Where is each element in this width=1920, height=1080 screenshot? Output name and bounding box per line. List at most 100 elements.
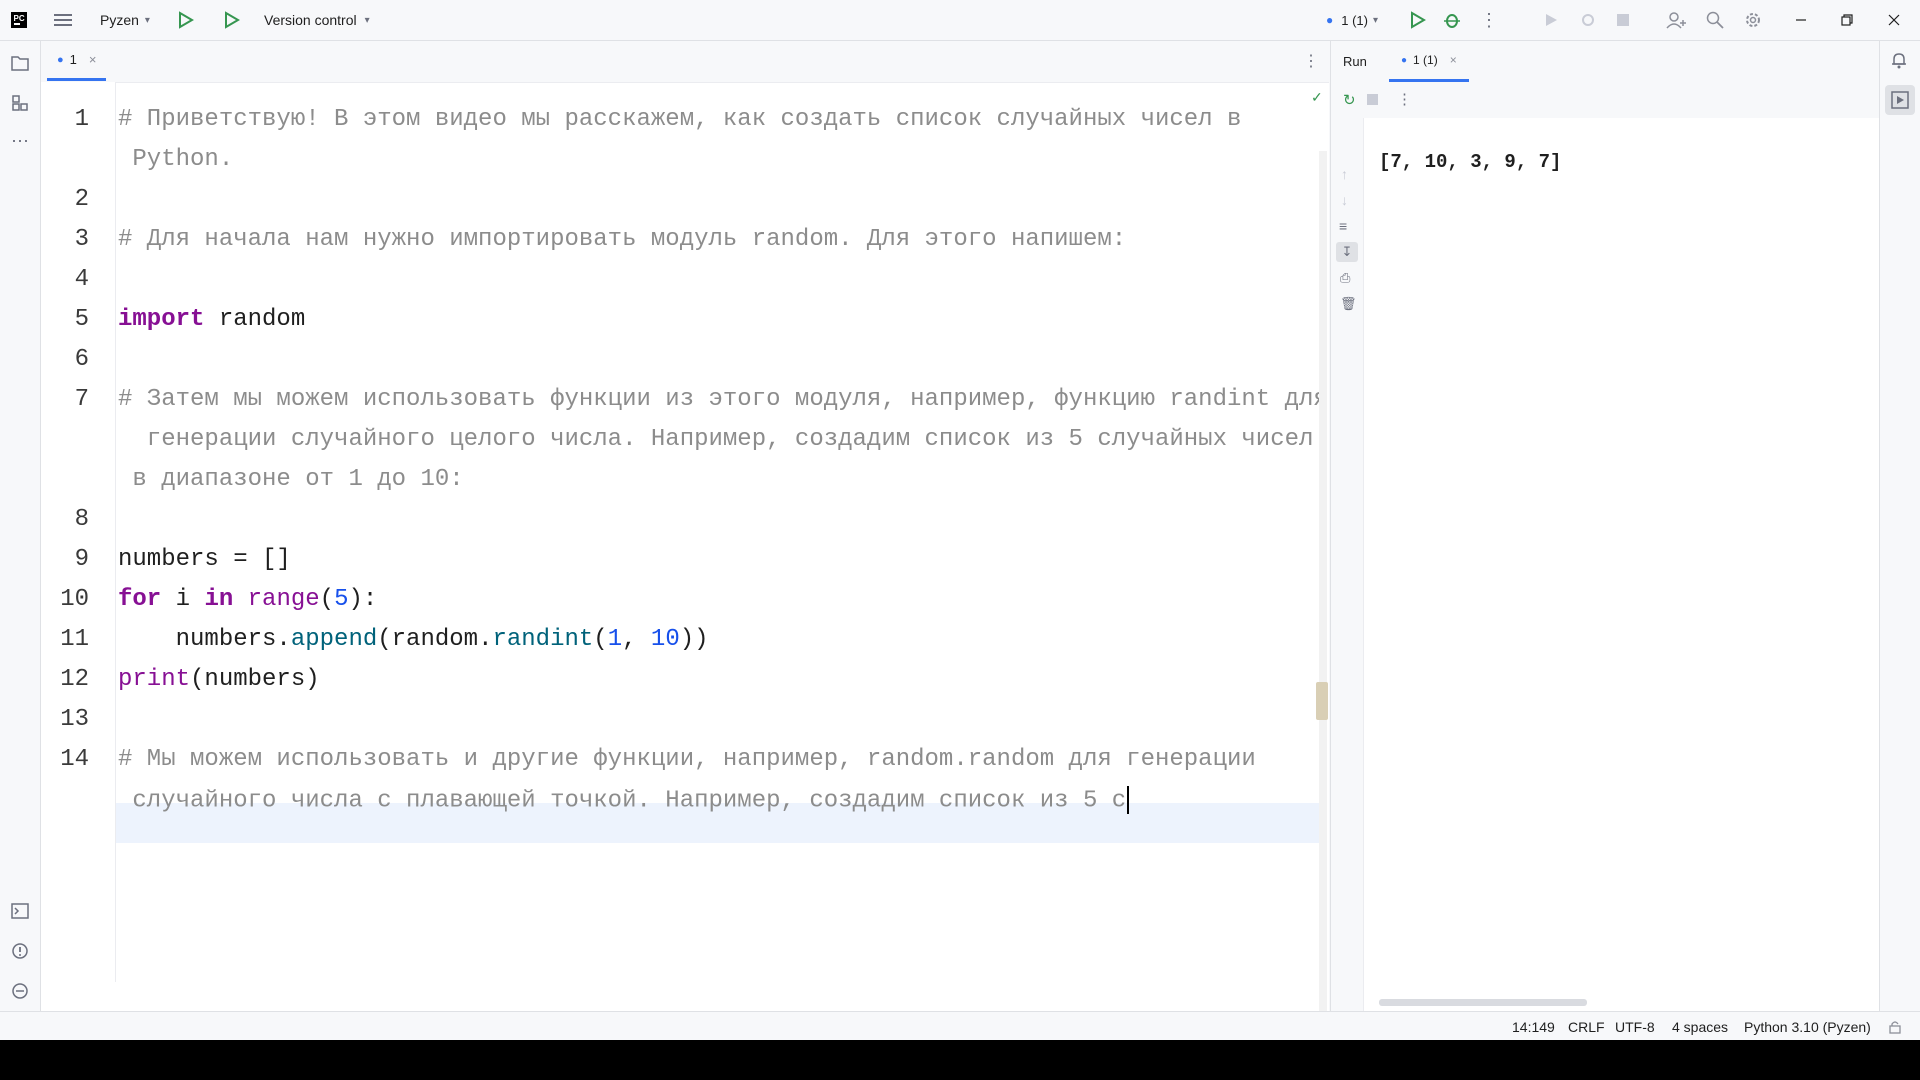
run-config-label: 1 (1)	[1341, 12, 1368, 28]
code-token: (	[319, 586, 335, 613]
run-tool-window-icon[interactable]	[1885, 85, 1915, 115]
project-folder-icon[interactable]	[8, 51, 32, 75]
tab-options-icon[interactable]: ⋮	[1303, 51, 1319, 71]
debug-icon[interactable]	[1443, 0, 1461, 40]
clear-trash-icon[interactable]: 🗑	[1340, 296, 1357, 312]
minimize-icon[interactable]	[1794, 0, 1808, 40]
notifications-bell-icon[interactable]	[1890, 51, 1908, 69]
code-token: for	[118, 586, 162, 613]
run-tabs: Run ● 1 (1) ×	[1331, 41, 1879, 82]
line-number: 2	[74, 186, 89, 213]
caret-position[interactable]: 14:149	[1512, 1012, 1555, 1040]
code-line[interactable]: import random	[118, 306, 305, 333]
code-line[interactable]: Python.	[118, 146, 233, 173]
code-token: ,	[622, 626, 651, 653]
lock-icon[interactable]	[1888, 1012, 1902, 1040]
code-token: # Мы можем использовать и другие функции…	[118, 746, 1256, 773]
editor-area: ● 1 × ⋮ 1 # Приветствую! В этом видео мы …	[41, 41, 1329, 1011]
left-tool-bar: ⋯	[0, 41, 41, 1011]
code-token: append	[290, 626, 378, 653]
line-separator[interactable]: CRLF	[1568, 1012, 1605, 1040]
main-menu-icon[interactable]	[54, 0, 72, 40]
code-line[interactable]: # Затем мы можем использовать функции из…	[118, 386, 1328, 413]
run-icon[interactable]	[176, 0, 194, 40]
editor-scrollbar-track[interactable]	[1319, 151, 1327, 1011]
settings-gear-icon[interactable]	[1744, 0, 1762, 40]
more-actions-icon[interactable]: ⋮	[1480, 0, 1498, 40]
line-number: 3	[74, 226, 89, 253]
code-token: случайного числа с плавающей точкой. Нап…	[118, 787, 1127, 815]
console-horizontal-scrollbar[interactable]	[1379, 999, 1587, 1006]
code-area[interactable]: 1 # Приветствую! В этом видео мы расскаже…	[41, 82, 1328, 982]
line-number: 7	[74, 386, 89, 413]
rerun-icon[interactable]: ↻	[1343, 91, 1356, 109]
code-token: print	[118, 666, 191, 693]
code-line[interactable]: numbers = []	[118, 546, 291, 573]
close-window-icon[interactable]	[1887, 0, 1901, 40]
add-user-icon[interactable]	[1666, 0, 1686, 40]
python-packages-icon[interactable]	[8, 979, 32, 1003]
code-token: ):	[348, 586, 378, 613]
problems-icon[interactable]	[8, 939, 32, 963]
code-line[interactable]: в диапазоне от 1 до 10:	[118, 466, 464, 493]
run-tool-window: Run ● 1 (1) × ↻ ⋮ ↑ ↓ ≡ ↧ ⎙ 🗑 [7, 10, 3,…	[1330, 41, 1879, 1011]
python-file-icon: ●	[1401, 54, 1408, 66]
search-icon[interactable]	[1706, 0, 1724, 40]
code-token: в диапазоне от 1 до 10:	[118, 466, 464, 493]
more-options-icon[interactable]: ⋮	[1397, 90, 1412, 108]
run-config-tab[interactable]: ● 1 (1) ×	[1389, 41, 1469, 82]
title-bar: PC Pyzen ▾ Version control ▾ ● 1 (1) ▾ ⋮	[0, 0, 1920, 41]
project-name: Pyzen	[100, 12, 139, 28]
code-token: 1	[607, 626, 623, 653]
close-tab-icon[interactable]: ×	[1450, 53, 1457, 67]
run-current-icon[interactable]	[222, 0, 240, 40]
run-toolbar: ↻ ⋮	[1331, 82, 1879, 118]
console-output: [7, 10, 3, 9, 7]	[1379, 151, 1562, 173]
code-line[interactable]: случайного числа с плавающей точкой. Нап…	[118, 786, 1130, 815]
line-number: 6	[74, 346, 89, 373]
status-bar: 14:149 CRLF UTF-8 4 spaces Python 3.10 (…	[0, 1011, 1920, 1040]
code-token: in	[204, 586, 234, 613]
code-line[interactable]: numbers.append(random.randint(1, 10))	[118, 626, 709, 653]
code-line[interactable]: print(numbers)	[118, 666, 320, 693]
indent-setting[interactable]: 4 spaces	[1672, 1012, 1728, 1040]
structure-icon[interactable]	[8, 91, 32, 115]
right-tool-bar	[1879, 41, 1920, 1011]
run-config-tab-label: 1 (1)	[1413, 53, 1438, 67]
code-line[interactable]: генерации случайного целого числа. Напри…	[118, 426, 1314, 453]
project-selector[interactable]: Pyzen ▾	[100, 0, 150, 40]
chevron-down-icon: ▾	[364, 14, 370, 26]
console-side-toolbar: ↑ ↓ ≡ ↧ ⎙ 🗑	[1331, 118, 1364, 1011]
run-button-icon[interactable]	[1408, 0, 1426, 40]
code-line[interactable]: # Мы можем использовать и другие функции…	[118, 746, 1256, 773]
scroll-to-end-icon[interactable]: ↧	[1336, 242, 1358, 262]
screen-bottom-band	[0, 1040, 1920, 1080]
terminal-icon[interactable]	[8, 899, 32, 923]
soft-wrap-icon[interactable]: ≡	[1339, 218, 1347, 234]
file-encoding[interactable]: UTF-8	[1615, 1012, 1655, 1040]
restore-icon[interactable]	[1840, 0, 1854, 40]
coverage-icon	[1580, 0, 1596, 40]
editor-scrollbar-thumb[interactable]	[1316, 682, 1328, 720]
ide-window: PC Pyzen ▾ Version control ▾ ● 1 (1) ▾ ⋮…	[0, 0, 1920, 1040]
close-tab-icon[interactable]: ×	[89, 52, 97, 67]
line-number: 11	[60, 626, 89, 653]
editor-tab-label: 1	[69, 52, 77, 67]
version-control-selector[interactable]: Version control ▾	[264, 0, 370, 40]
arrow-down-icon[interactable]: ↓	[1341, 192, 1348, 208]
code-token: import	[118, 306, 205, 333]
code-line[interactable]: # Для начала нам нужно импортировать мод…	[118, 226, 1126, 253]
line-number: 8	[74, 506, 89, 533]
python-file-icon: ●	[1326, 13, 1334, 27]
run-config-selector[interactable]: ● 1 (1) ▾	[1326, 0, 1378, 40]
arrow-up-icon[interactable]: ↑	[1341, 166, 1348, 182]
print-icon[interactable]: ⎙	[1340, 270, 1350, 286]
python-interpreter[interactable]: Python 3.10 (Pyzen)	[1744, 1012, 1871, 1040]
code-line[interactable]: for i in range(5):	[118, 586, 377, 613]
more-tools-icon[interactable]: ⋯	[8, 129, 32, 153]
editor-tab[interactable]: ● 1 ×	[47, 41, 107, 81]
code-line[interactable]: # Приветствую! В этом видео мы расскажем…	[118, 106, 1241, 133]
code-token: # Приветствую! В этом видео мы расскажем…	[118, 106, 1242, 133]
run-tab[interactable]: Run	[1343, 54, 1367, 69]
